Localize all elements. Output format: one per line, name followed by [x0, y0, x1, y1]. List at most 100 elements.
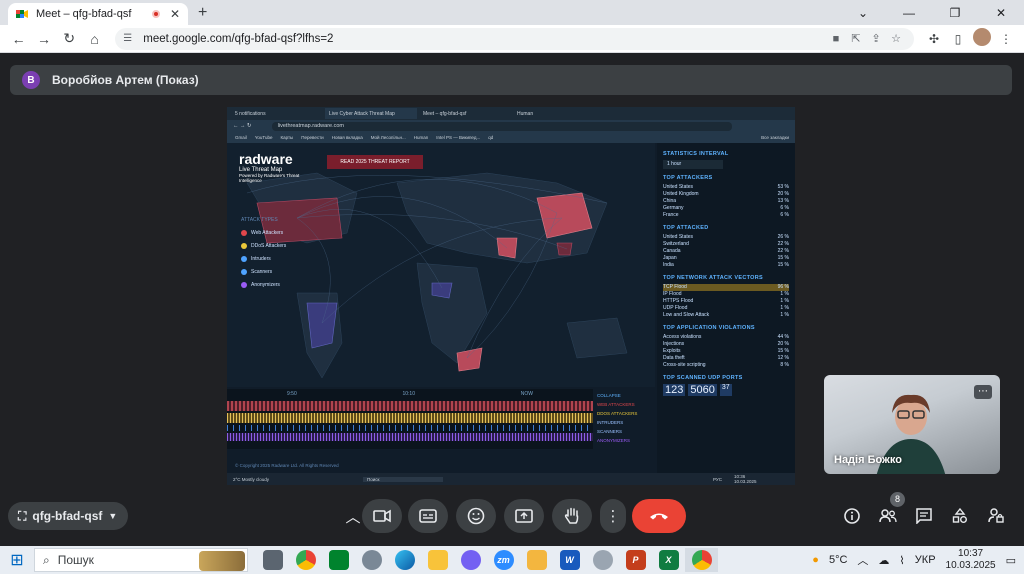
timeline-label: NOW	[520, 391, 533, 397]
side-panel-icon[interactable]: ▯	[946, 32, 970, 46]
timeline-labels: 9:50 10:10 NOW	[227, 389, 593, 399]
zoom-icon[interactable]: zm	[487, 548, 520, 572]
activities-button[interactable]	[946, 504, 974, 528]
chrome-icon[interactable]	[289, 548, 322, 572]
clock-time: 10:37	[958, 548, 984, 559]
tab-search-icon[interactable]: ⌄	[840, 6, 886, 20]
udp-title: TOP SCANNED UDP PORTS	[663, 375, 743, 381]
attack-type-item: Anonymizers	[241, 282, 286, 288]
file-explorer-icon[interactable]	[421, 548, 454, 572]
tray-chevron-icon[interactable]: ︿	[857, 552, 868, 568]
raise-hand-button[interactable]	[552, 499, 592, 533]
word-icon[interactable]: W	[553, 548, 586, 572]
close-tab-icon[interactable]: ✕	[170, 7, 180, 21]
tile-options-icon[interactable]: ⋯	[974, 385, 992, 399]
reactions-button[interactable]	[456, 499, 496, 533]
radware-logo: radware Live Threat Map Powered by Radwa…	[239, 151, 319, 183]
present-button[interactable]	[504, 499, 544, 533]
shared-url: livethreatmap.radware.com	[271, 121, 732, 131]
weather-icon[interactable]: ●	[812, 554, 819, 566]
bookmark-star-icon[interactable]: ☆	[886, 32, 906, 45]
clock-date: 10.03.2025	[945, 560, 996, 571]
restore-button[interactable]: ❐	[932, 6, 978, 20]
shared-tab: Meet – qfg-bfad-qsf	[423, 110, 467, 117]
site-info-icon[interactable]: ☰	[123, 33, 137, 44]
presenter-header: В Воробйов Артем (Показ)	[10, 65, 1012, 95]
close-window-button[interactable]: ✕	[978, 6, 1024, 20]
bookmark-item: YouTube	[254, 135, 273, 140]
search-highlight-image	[199, 551, 245, 571]
info-icon	[844, 508, 860, 524]
stat-row: India 15 %	[663, 262, 789, 268]
intruders-band	[227, 425, 593, 431]
folder-icon[interactable]	[520, 548, 553, 572]
attack-types-list: ATTACK TYPES Web Attackers DDoS Attacker…	[241, 217, 286, 295]
attack-types-title: ATTACK TYPES	[241, 217, 278, 223]
stat-row: UDP Flood 1 %	[663, 305, 789, 311]
profile-avatar[interactable]	[970, 28, 994, 49]
recording-icon	[151, 10, 160, 18]
browser-toolbar: ← → ↻ ⌂ ☰ meet.google.com/qfg-bfad-qsf?l…	[0, 25, 1024, 53]
forward-button[interactable]: →	[31, 31, 56, 47]
camera-button[interactable]	[362, 499, 402, 533]
captions-button[interactable]	[408, 499, 448, 533]
windows-start-icon[interactable]: ⊞	[0, 550, 34, 570]
viber-icon[interactable]	[454, 548, 487, 572]
stat-row: HTTPS Flood 1 %	[663, 298, 789, 304]
task-view-icon[interactable]	[256, 548, 289, 572]
stat-row: Germany 6 %	[663, 205, 789, 211]
meet-app-icon[interactable]	[322, 548, 355, 572]
leave-call-button[interactable]	[632, 499, 686, 533]
chat-button[interactable]	[910, 504, 938, 528]
clock[interactable]: 10:37 10.03.2025	[946, 548, 996, 572]
self-video-tile[interactable]: ⋯ Надія Божко	[824, 375, 1000, 474]
onedrive-icon[interactable]: ☁	[878, 554, 889, 567]
new-tab-button[interactable]: +	[198, 4, 207, 22]
notifications-icon[interactable]: ▭	[1006, 554, 1016, 567]
back-button[interactable]: ←	[6, 31, 31, 47]
excel-icon[interactable]: X	[652, 548, 685, 572]
camera-icon[interactable]: ■	[826, 33, 846, 45]
meeting-code[interactable]: ⛶ qfg-bfad-qsf ▼	[8, 502, 128, 530]
tab-title: Meet – qfg-bfad-qsf	[36, 8, 132, 20]
collapse-label: COLLAPSE	[597, 393, 621, 398]
taskbar-search[interactable]: ⌕ Пошук	[34, 548, 248, 572]
stat-row: Data theft 12 %	[663, 355, 789, 361]
attack-type-swatch	[241, 230, 247, 236]
host-controls-button[interactable]	[982, 504, 1010, 528]
menu-dots-icon[interactable]: ⋮	[994, 32, 1018, 46]
more-options-button[interactable]: ⋮	[600, 499, 626, 533]
shared-weather: 2°C Mostly cloudy	[233, 476, 270, 482]
chrome-active-icon[interactable]	[685, 548, 718, 572]
powerpoint-icon[interactable]: P	[619, 548, 652, 572]
network-icon[interactable]: ⌇	[899, 554, 904, 567]
photos-app-icon[interactable]	[355, 548, 388, 572]
media-app-icon[interactable]	[586, 548, 619, 572]
stat-row: Low and Slow Attack 1 %	[663, 312, 789, 318]
open-in-new-icon[interactable]: ⇱	[846, 32, 866, 45]
meet-logo-icon	[16, 10, 28, 18]
reload-button[interactable]: ↻	[57, 30, 82, 47]
stat-row: United Kingdom 20 %	[663, 191, 789, 197]
hand-icon	[564, 507, 579, 524]
extensions-icon[interactable]: ✣	[922, 32, 946, 46]
lock-person-icon	[988, 508, 1004, 523]
udp-ports: 123 5060 37	[663, 384, 789, 396]
share-icon[interactable]: ⇪	[866, 32, 886, 45]
hang-up-icon	[650, 513, 668, 520]
stat-row: Injections 20 %	[663, 341, 789, 347]
meeting-details-icon: ⛶	[18, 508, 27, 523]
web-attack-band	[227, 401, 593, 411]
address-bar[interactable]: ☰ meet.google.com/qfg-bfad-qsf?lfhs=2 ■ …	[115, 27, 914, 50]
legend-item: DDOS ATTACKERS	[597, 411, 638, 416]
shared-search: Поиск	[363, 476, 443, 482]
edge-icon[interactable]	[388, 548, 421, 572]
meeting-info-button[interactable]	[838, 504, 866, 528]
shared-tabbar: 5 notifications Live Cyber Attack Threat…	[227, 107, 795, 120]
tab-meet[interactable]: Meet – qfg-bfad-qsf ✕	[8, 3, 188, 25]
home-button[interactable]: ⌂	[82, 31, 107, 47]
minimize-button[interactable]: —	[886, 6, 932, 20]
language-indicator[interactable]: УКР	[915, 554, 936, 566]
people-button[interactable]	[874, 504, 902, 528]
legend-item: WEB ATTACKERS	[597, 402, 635, 407]
